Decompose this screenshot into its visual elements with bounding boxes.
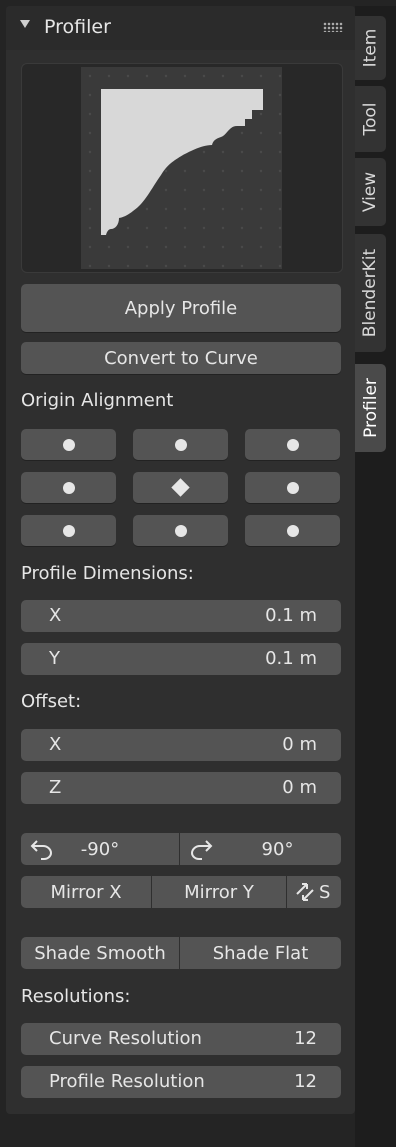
origin-top-center-button[interactable] bbox=[133, 429, 228, 460]
profile-dimensions-label: Profile Dimensions: bbox=[21, 563, 194, 584]
tab-tool[interactable]: Tool bbox=[355, 86, 386, 152]
shade-smooth-button[interactable]: Shade Smooth bbox=[21, 937, 179, 969]
offset-label: Offset: bbox=[21, 691, 82, 712]
resolutions-label: Resolutions: bbox=[21, 986, 131, 1007]
field-key: Y bbox=[49, 648, 60, 669]
rotate-ccw-icon bbox=[30, 840, 53, 860]
origin-middle-center-button[interactable] bbox=[133, 472, 228, 503]
apply-profile-label: Apply Profile bbox=[124, 297, 238, 319]
tab-view[interactable]: View bbox=[355, 158, 386, 226]
origin-top-left-button[interactable] bbox=[21, 429, 116, 460]
field-value: 0 m bbox=[282, 777, 317, 798]
field-value: 0.1 m bbox=[265, 648, 317, 669]
curve-resolution-field[interactable]: Curve Resolution 12 bbox=[21, 1023, 341, 1055]
field-value: 12 bbox=[294, 1028, 317, 1049]
field-key: Curve Resolution bbox=[49, 1028, 202, 1049]
shade-flat-button[interactable]: Shade Flat bbox=[180, 937, 341, 969]
dot-icon bbox=[174, 524, 187, 537]
field-key: X bbox=[49, 605, 62, 626]
tab-item-label: Item bbox=[360, 28, 381, 68]
mirror-y-button[interactable]: Mirror Y bbox=[152, 876, 286, 908]
rotate-cw-button[interactable]: 90° bbox=[180, 833, 341, 865]
swap-axes-icon bbox=[296, 883, 314, 901]
dot-icon bbox=[62, 438, 75, 451]
origin-bottom-right-button[interactable] bbox=[245, 515, 340, 546]
offset-x-field[interactable]: X 0 m bbox=[21, 729, 341, 761]
swap-label: S bbox=[319, 881, 331, 903]
mirror-x-label: Mirror X bbox=[50, 881, 122, 903]
dot-icon bbox=[286, 524, 299, 537]
tab-blenderkit[interactable]: BlenderKit bbox=[355, 234, 386, 352]
origin-middle-right-button[interactable] bbox=[245, 472, 340, 503]
profile-preview-canvas bbox=[81, 67, 282, 269]
apply-profile-button[interactable]: Apply Profile bbox=[21, 284, 341, 332]
field-key: Profile Resolution bbox=[49, 1071, 205, 1092]
mirror-x-button[interactable]: Mirror X bbox=[21, 876, 151, 908]
tab-blenderkit-label: BlenderKit bbox=[360, 248, 381, 338]
field-key: X bbox=[49, 734, 62, 755]
grip-dots-icon[interactable] bbox=[323, 22, 343, 32]
rotate-cw-label: 90° bbox=[261, 838, 294, 860]
offset-z-field[interactable]: Z 0 m bbox=[21, 772, 341, 804]
field-value: 0 m bbox=[282, 734, 317, 755]
swap-axes-button[interactable]: S bbox=[287, 876, 341, 908]
dot-icon bbox=[286, 481, 299, 494]
dot-icon bbox=[174, 438, 187, 451]
panel-title: Profiler bbox=[44, 16, 111, 38]
field-value: 0.1 m bbox=[265, 605, 317, 626]
tab-tool-label: Tool bbox=[360, 102, 381, 136]
profiler-panel: Profiler Apply Profile Convert to Curve … bbox=[6, 6, 355, 1114]
shade-smooth-label: Shade Smooth bbox=[34, 942, 166, 964]
dot-icon bbox=[62, 481, 75, 494]
tab-view-label: View bbox=[360, 171, 381, 213]
sidebar-tabs: Item Tool View BlenderKit Profiler bbox=[355, 6, 396, 1147]
tab-item[interactable]: Item bbox=[355, 16, 386, 80]
convert-to-curve-label: Convert to Curve bbox=[104, 347, 258, 369]
origin-alignment-label: Origin Alignment bbox=[21, 390, 174, 411]
rotate-ccw-label: -90° bbox=[80, 838, 120, 860]
profile-preview bbox=[21, 63, 343, 273]
origin-top-right-button[interactable] bbox=[245, 429, 340, 460]
rotate-cw-icon bbox=[190, 840, 213, 860]
convert-to-curve-button[interactable]: Convert to Curve bbox=[21, 342, 341, 374]
profile-shape-icon bbox=[81, 67, 282, 269]
origin-bottom-center-button[interactable] bbox=[133, 515, 228, 546]
dimension-x-field[interactable]: X 0.1 m bbox=[21, 600, 341, 632]
tab-profiler-label: Profiler bbox=[360, 378, 381, 438]
panel-header[interactable]: Profiler bbox=[6, 6, 355, 50]
rotate-ccw-button[interactable]: -90° bbox=[21, 833, 179, 865]
diamond-icon bbox=[171, 478, 190, 497]
shade-flat-label: Shade Flat bbox=[212, 942, 309, 964]
mirror-y-label: Mirror Y bbox=[184, 881, 254, 903]
dimension-y-field[interactable]: Y 0.1 m bbox=[21, 643, 341, 675]
field-value: 12 bbox=[294, 1071, 317, 1092]
dot-icon bbox=[62, 524, 75, 537]
triangle-down-icon[interactable] bbox=[20, 20, 30, 28]
dot-icon bbox=[286, 438, 299, 451]
origin-bottom-left-button[interactable] bbox=[21, 515, 116, 546]
field-key: Z bbox=[49, 777, 62, 798]
tab-profiler[interactable]: Profiler bbox=[355, 364, 386, 452]
origin-middle-left-button[interactable] bbox=[21, 472, 116, 503]
profile-resolution-field[interactable]: Profile Resolution 12 bbox=[21, 1066, 341, 1098]
